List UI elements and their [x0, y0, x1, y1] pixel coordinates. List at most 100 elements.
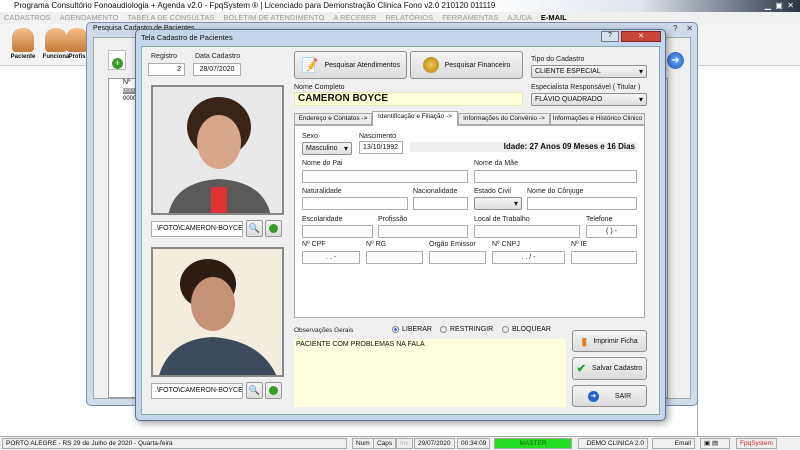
sexo-label: Sexo [302, 133, 318, 140]
menu-relatorios[interactable]: RELATÓRIOS [385, 13, 433, 22]
escolaridade-field[interactable] [302, 225, 373, 238]
imprimir-ficha-button[interactable]: ▮ Imprimir Ficha [572, 330, 647, 352]
data-cadastro-field[interactable]: 28/07/2020 [193, 63, 241, 76]
nacionalidade-field[interactable] [413, 197, 468, 210]
ie-field[interactable] [571, 251, 637, 264]
window-controls[interactable]: ▁ ▣ ✕ [765, 0, 794, 12]
salvar-cadastro-button[interactable]: ✔ Salvar Cadastro [572, 357, 647, 380]
local-trabalho-field[interactable] [474, 225, 580, 238]
status-ins: Ins [396, 438, 413, 449]
patient-icon [12, 28, 34, 52]
especialista-label: Especialista Responsável ( Titular ) [531, 84, 641, 91]
idade-display: Idade: 27 Anos 09 Meses e 16 Dias [410, 142, 637, 152]
observacoes-textarea[interactable]: PACIENTE COM PROBLEMAS NA FALA [294, 339, 566, 407]
search-photo1-button[interactable]: 🔍 [246, 220, 263, 237]
tipo-cadastro-select[interactable]: CLIENTE ESPECIAL [531, 65, 647, 78]
button-label: Salvar Cadastro [592, 365, 643, 372]
escolaridade-label: Escolaridade [302, 216, 343, 223]
status-email[interactable]: Email [652, 438, 695, 449]
estado-civil-select[interactable] [474, 197, 522, 210]
dialog-title: Tela Cadastro de Pacientes [141, 33, 233, 42]
button-label: SAIR [614, 392, 632, 400]
radio-bloquear[interactable]: BLOQUEAR [502, 326, 551, 333]
menu-boletim[interactable]: BOLETIM DE ATENDIMENTO [223, 13, 324, 22]
background-panel [697, 66, 800, 436]
mae-field[interactable] [474, 170, 637, 183]
ie-label: Nº IE [571, 241, 588, 248]
professional-icon [66, 28, 88, 52]
tab-historico[interactable]: Informações e Histórico Clinico [550, 113, 645, 125]
pai-label: Nome do Pai [302, 160, 343, 167]
menu-cadastros[interactable]: CADASTROS [4, 13, 51, 22]
nome-label: Nome Completo [294, 84, 345, 91]
arrow-right-icon: ➔ [587, 390, 599, 402]
profissao-label: Profissão [378, 216, 408, 223]
nascimento-label: Nascimento [359, 133, 396, 140]
status-caps: Caps [373, 438, 397, 449]
conjuge-field[interactable] [527, 197, 637, 210]
telefone-field[interactable]: ( ) - [586, 225, 637, 238]
button-label: Imprimir Ficha [593, 337, 638, 345]
employee-icon [45, 28, 67, 52]
rg-field[interactable] [366, 251, 423, 264]
menu-receber[interactable]: A RECEBER [333, 13, 376, 22]
close-button[interactable]: ✕ [621, 31, 661, 42]
tab-convenio[interactable]: Informações do Convênio -> [458, 113, 550, 125]
load-photo2-button[interactable] [265, 382, 282, 399]
cnpj-field[interactable]: . . / - [492, 251, 565, 264]
pesquisar-financeiro-button[interactable]: Pesquisar Financeiro [410, 51, 523, 79]
cpf-field[interactable]: . . - [302, 251, 360, 264]
patient-photo-2 [151, 247, 284, 377]
naturalidade-field[interactable] [302, 197, 408, 210]
radio-label: LIBERAR [402, 326, 432, 333]
menu-email[interactable]: E-MAIL [541, 13, 567, 22]
status-user: MASTER [494, 438, 572, 449]
data-cadastro-label: Data Cadastro [195, 53, 241, 60]
magnifier-icon: 🔍 [248, 385, 261, 395]
help-button[interactable]: ? [601, 31, 619, 42]
especialista-select[interactable]: FLÁVIO QUADRADO [531, 93, 647, 106]
app-title: Programa Consultório Fonoaudiologia + Ag… [14, 1, 496, 10]
green-arrow-icon [269, 386, 278, 395]
photo2-path-field[interactable]: .\FOTO\CAMERON-BOYCE2.J [151, 383, 243, 399]
tab-endereco[interactable]: Endereço e Contatos -> [294, 113, 372, 125]
nome-field[interactable]: CAMERON BOYCE [294, 92, 523, 106]
status-date: 29/07/2020 [414, 438, 455, 449]
search-window-controls[interactable]: ? ✕ [673, 24, 693, 33]
button-label: Pesquisar Financeiro [444, 61, 511, 69]
notepad-icon: 📝 [301, 56, 319, 73]
toolbar-label: Paciente [10, 54, 36, 60]
profissao-field[interactable] [378, 225, 468, 238]
arrow-right-icon[interactable]: ➔ [667, 52, 684, 69]
coins-icon [422, 57, 439, 73]
toolbar-profissional-button[interactable]: Profis [66, 28, 88, 60]
radio-liberar[interactable]: LIBERAR [392, 326, 432, 333]
nascimento-field[interactable]: 13/10/1992 [359, 141, 403, 154]
cpf-label: Nº CPF [302, 241, 326, 248]
registro-field[interactable]: 2 [148, 63, 185, 76]
conjuge-label: Nome do Cônjuge [527, 188, 584, 195]
status-location: PORTO ALEGRE - RS 29 de Julho de 2020 - … [2, 438, 347, 449]
pai-field[interactable] [302, 170, 468, 183]
radio-restringir[interactable]: RESTRINGIR [440, 326, 493, 333]
status-num: Num [352, 438, 374, 449]
estado-civil-label: Estado Civil [474, 188, 511, 195]
menu-ajuda[interactable]: AJUDA [507, 13, 532, 22]
tab-identificacao[interactable]: Identificação e Filiação -> [372, 111, 458, 126]
menu-agendamento[interactable]: AGENDAMENTO [60, 13, 119, 22]
rg-label: Nº RG [366, 241, 387, 248]
search-photo2-button[interactable]: 🔍 [246, 382, 263, 399]
sair-button[interactable]: ➔ SAIR [572, 385, 647, 407]
orgao-field[interactable] [429, 251, 486, 264]
load-photo1-button[interactable] [265, 220, 282, 237]
nacionalidade-label: Nacionalidade [413, 188, 458, 195]
new-record-icon[interactable]: + [108, 50, 126, 70]
status-clinic: DEMO CLINICA 2.0 [578, 438, 648, 449]
registro-label: Registro [151, 53, 178, 60]
pesquisar-atendimentos-button[interactable]: 📝 Pesquisar Atendimentos [294, 51, 407, 79]
photo1-path-field[interactable]: .\FOTO\CAMERON-BOYCE.JF [151, 221, 243, 237]
column-header: Nº [123, 79, 131, 86]
menu-tabela[interactable]: TABELA DE CONSULTAS [127, 13, 214, 22]
sexo-select[interactable]: Masculino [302, 142, 352, 155]
menu-ferramentas[interactable]: FERRAMENTAS [442, 13, 498, 22]
